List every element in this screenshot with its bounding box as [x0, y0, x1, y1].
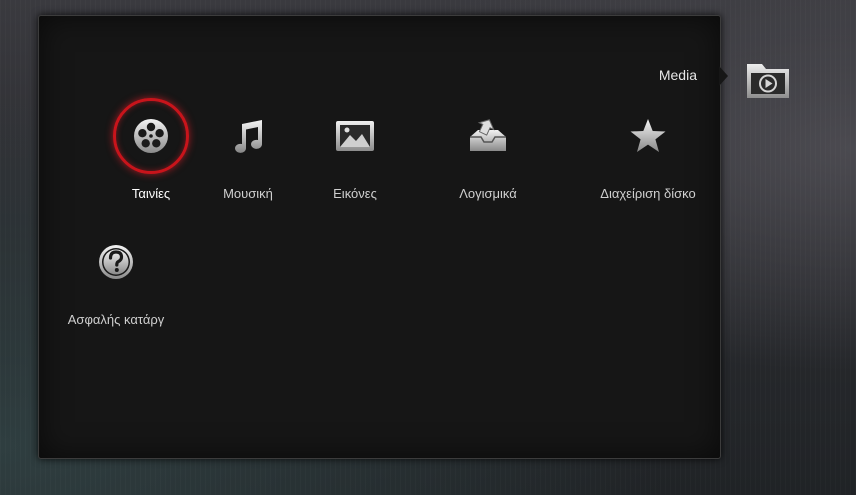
music-note-icon — [235, 120, 263, 153]
media-screen: Ταινίες Μουσική Εικόνες Λογισμικά Διαχεί… — [0, 0, 856, 495]
picture-icon — [336, 121, 374, 151]
menu-item-label: Λογισμικά — [459, 186, 517, 201]
menu-item-label: Διαχείριση δίσκο — [600, 186, 696, 201]
media-menu-panel: Ταινίες Μουσική Εικόνες Λογισμικά Διαχεί… — [38, 15, 721, 459]
menu-item-pictures[interactable]: Εικόνες — [285, 96, 425, 201]
menu-item-disk-management[interactable]: Διαχείριση δίσκο — [578, 96, 718, 201]
help-question-icon — [99, 245, 133, 279]
software-install-icon — [470, 119, 506, 151]
menu-item-label: Ασφαλής κατάργ — [67, 312, 165, 327]
star-icon — [630, 119, 666, 152]
menu-item-label: Εικόνες — [333, 186, 377, 201]
media-folder-icon — [747, 64, 789, 98]
section-title: Media — [658, 67, 697, 83]
menu-item-safe-removal[interactable]: Ασφαλής κατάργ — [46, 222, 186, 327]
menu-item-software[interactable]: Λογισμικά — [418, 96, 558, 201]
panel-pointer — [719, 66, 728, 86]
